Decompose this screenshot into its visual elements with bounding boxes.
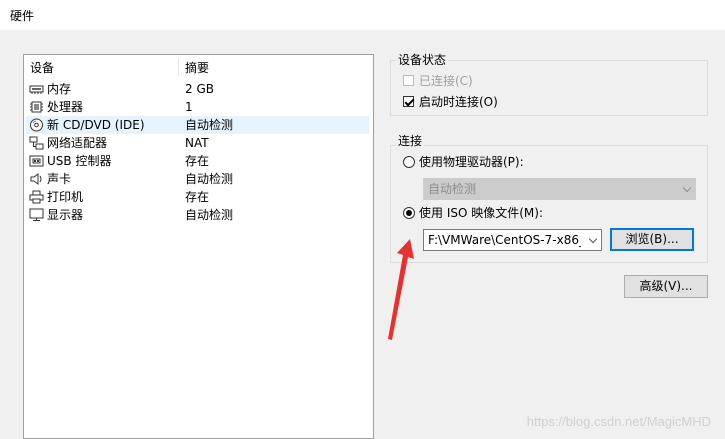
window-title: 硬件 [10, 9, 35, 23]
column-header-summary[interactable]: 摘要 [185, 60, 209, 76]
iso-path-value: F:\VMWare\CentOS-7-x86_6 [428, 233, 581, 247]
device-row-usb[interactable]: USB 控制器 存在 [26, 152, 369, 170]
device-summary: 存在 [185, 190, 210, 204]
cd-dvd-icon [30, 118, 43, 132]
printer-icon [29, 190, 44, 204]
physical-drive-value: 自动检测 [428, 182, 477, 196]
device-row-cd-dvd[interactable]: 新 CD/DVD (IDE) 自动检测 [26, 116, 369, 134]
physical-drive-select[interactable]: 自动检测 [423, 178, 696, 200]
device-name: USB 控制器 [47, 154, 112, 168]
device-row-cpu[interactable]: 处理器 1 [26, 98, 369, 116]
device-row-display[interactable]: 显示器 自动检测 [26, 206, 369, 224]
device-row-sound[interactable]: 声卡 自动检测 [26, 170, 369, 188]
device-summary: 自动检测 [185, 208, 234, 222]
iso-path-combobox[interactable]: F:\VMWare\CentOS-7-x86_6 [423, 229, 602, 251]
device-status-title: 设备状态 [396, 53, 449, 67]
device-name: 显示器 [47, 208, 84, 222]
chevron-down-icon [588, 234, 598, 244]
connect-at-power-on-label: 启动时连接(O) [419, 95, 498, 109]
monitor-icon [29, 208, 44, 221]
device-name: 处理器 [47, 100, 84, 114]
advanced-button[interactable]: 高级(V)... [624, 275, 708, 298]
device-name: 内存 [47, 82, 72, 96]
device-summary: 存在 [185, 154, 210, 168]
checkbox-box[interactable] [403, 75, 414, 86]
checkbox-box[interactable] [403, 96, 414, 107]
annotation-arrow-icon [388, 239, 414, 340]
chevron-down-icon [682, 183, 692, 193]
watermark: https://blog.csdn.net/MagicMHD [526, 414, 711, 429]
column-divider[interactable] [178, 58, 179, 76]
title-bar: 硬件 [0, 0, 725, 30]
radio-button[interactable] [403, 156, 415, 168]
memory-icon [29, 85, 44, 94]
browse-button[interactable]: 浏览(B)... [610, 228, 694, 251]
device-summary: 2 GB [185, 82, 214, 96]
connected-label: 已连接(C) [419, 74, 473, 88]
speaker-icon [30, 173, 42, 185]
column-header-device[interactable]: 设备 [30, 60, 54, 76]
device-name: 新 CD/DVD (IDE) [47, 118, 145, 132]
device-summary: NAT [185, 136, 209, 150]
cpu-icon [30, 101, 43, 113]
device-summary: 自动检测 [185, 118, 234, 132]
device-row-memory[interactable]: 内存 2 GB [26, 80, 369, 98]
device-name: 打印机 [47, 190, 84, 204]
device-list[interactable]: 设备 摘要 内存 2 GB 处理器 1 新 CD/DVD (IDE) 自动检测 … [23, 54, 374, 439]
device-row-printer[interactable]: 打印机 存在 [26, 188, 369, 206]
usb-icon [29, 155, 44, 167]
device-summary: 自动检测 [185, 172, 234, 186]
iso-file-label: 使用 ISO 映像文件(M): [419, 206, 543, 220]
connection-title: 连接 [396, 134, 425, 148]
device-summary: 1 [185, 100, 193, 114]
device-name: 网络适配器 [47, 136, 108, 150]
radio-button[interactable] [403, 207, 415, 219]
device-name: 声卡 [47, 172, 72, 186]
device-row-network[interactable]: 网络适配器 NAT [26, 134, 369, 152]
network-icon [29, 136, 44, 150]
physical-drive-label: 使用物理驱动器(P): [419, 155, 524, 169]
